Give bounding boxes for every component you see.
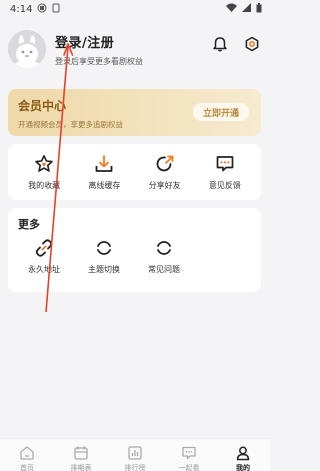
favorites-button[interactable]: 我的收藏 xyxy=(16,154,72,191)
settings-hex-icon[interactable] xyxy=(244,36,260,56)
more-section: 更多 永久地址 主题切换 常见问题 xyxy=(8,208,261,292)
permanent-address-button[interactable]: 永久地址 xyxy=(14,238,74,275)
login-register-link[interactable]: 登录/注册 xyxy=(55,32,143,51)
battery-icon xyxy=(256,2,262,16)
wifi-icon xyxy=(226,3,237,15)
nav-mine[interactable]: 我的 xyxy=(218,445,268,471)
bell-icon[interactable] xyxy=(212,36,228,56)
share-friends-label: 分享好友 xyxy=(148,180,181,190)
loading-icon xyxy=(97,241,111,255)
share-friends-button[interactable]: 分享好友 xyxy=(137,154,193,191)
nav-schedule[interactable]: 排期表 xyxy=(56,445,106,471)
status-time: 4:14 xyxy=(10,3,33,15)
favorites-label: 我的收藏 xyxy=(28,180,61,190)
faq-button[interactable]: 常见问题 xyxy=(134,238,194,275)
login-subtitle: 登录后享受更多看剧权益 xyxy=(55,56,143,66)
member-center-card[interactable]: 会员中心 开通视频会员，享更多追剧权益 立即开通 xyxy=(8,89,261,136)
profile-icon xyxy=(236,446,250,461)
nav-rankings[interactable]: 排行榜 xyxy=(110,445,160,471)
profile-header[interactable]: 登录/注册 登录后享受更多看剧权益 xyxy=(8,26,264,72)
default-avatar-icon xyxy=(8,30,46,68)
nav-home[interactable]: 首页 xyxy=(2,445,52,471)
nav-rankings-label: 排行榜 xyxy=(124,464,146,471)
status-bar: 4:14 xyxy=(0,0,270,18)
home-icon xyxy=(20,446,34,460)
link-icon xyxy=(35,239,53,257)
calendar-icon xyxy=(74,446,88,460)
chat-icon xyxy=(182,446,196,460)
more-title: 更多 xyxy=(18,218,40,231)
share-icon xyxy=(156,155,174,171)
nav-schedule-label: 排期表 xyxy=(70,464,92,471)
quick-actions: 我的收藏 离线缓存 分享好友 意见反馈 xyxy=(8,144,261,200)
bottom-nav: 首页 排期表 排行榜 一起看 我的 xyxy=(0,438,270,471)
offline-cache-label: 离线缓存 xyxy=(88,180,121,190)
feedback-icon xyxy=(216,155,234,171)
star-icon xyxy=(35,154,53,172)
permanent-address-label: 永久地址 xyxy=(28,265,60,274)
activate-now-button[interactable]: 立即开通 xyxy=(193,103,249,121)
loading-icon xyxy=(157,241,171,255)
android-icon xyxy=(37,3,47,16)
offline-cache-button[interactable]: 离线缓存 xyxy=(76,154,132,191)
nav-watch-together[interactable]: 一起看 xyxy=(164,445,214,471)
download-icon xyxy=(95,154,113,172)
chart-icon xyxy=(128,446,142,460)
theme-switch-button[interactable]: 主题切换 xyxy=(74,238,134,275)
feedback-button[interactable]: 意见反馈 xyxy=(197,154,253,191)
faq-label: 常见问题 xyxy=(148,265,180,274)
sim-icon xyxy=(52,3,60,16)
avatar[interactable] xyxy=(8,30,46,68)
nav-mine-label: 我的 xyxy=(236,464,250,471)
feedback-label: 意见反馈 xyxy=(208,180,241,190)
nav-watch-together-label: 一起看 xyxy=(178,464,200,471)
signal-icon xyxy=(242,3,251,15)
theme-switch-label: 主题切换 xyxy=(88,265,120,274)
nav-home-label: 首页 xyxy=(20,464,34,471)
